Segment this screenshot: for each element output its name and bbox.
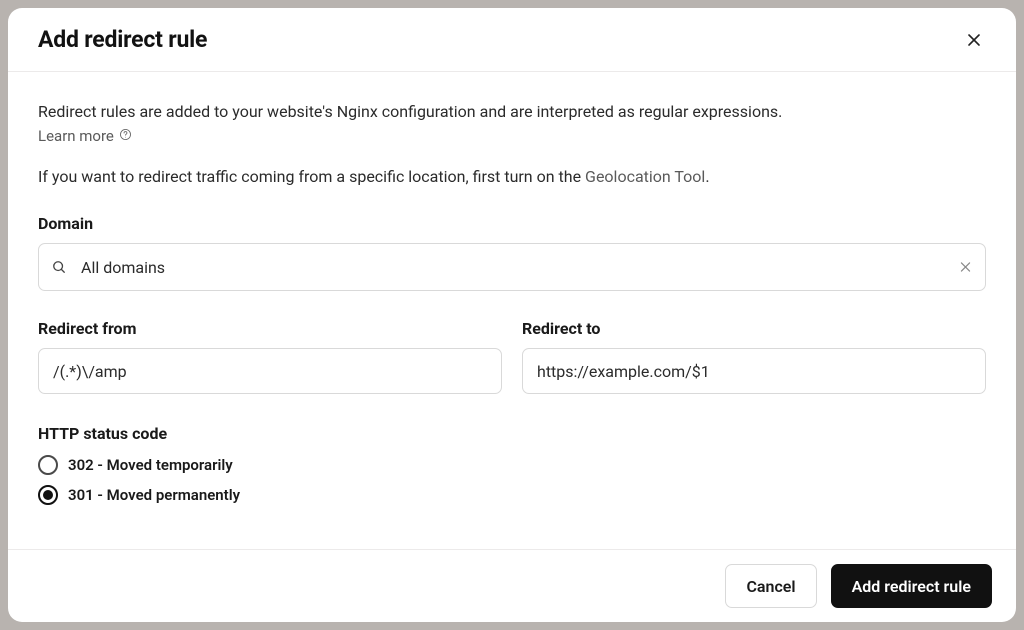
cancel-button[interactable]: Cancel xyxy=(725,564,816,608)
modal-title: Add redirect rule xyxy=(38,26,207,53)
geolocation-hint: If you want to redirect traffic coming f… xyxy=(38,167,986,186)
modal-footer: Cancel Add redirect rule xyxy=(8,549,1016,622)
help-icon xyxy=(119,127,132,145)
domain-field-group: Domain All domains xyxy=(38,214,986,291)
domain-label: Domain xyxy=(38,214,986,233)
radio-icon xyxy=(38,455,58,475)
status-code-radio-group: 302 - Moved temporarily 301 - Moved perm… xyxy=(38,455,986,505)
redirect-from-group: Redirect from xyxy=(38,319,502,394)
domain-select[interactable]: All domains xyxy=(38,243,986,291)
modal-description: Redirect rules are added to your website… xyxy=(38,100,986,124)
status-code-label: HTTP status code xyxy=(38,424,986,443)
radio-label: 302 - Moved temporarily xyxy=(68,456,233,474)
domain-select-wrapper: All domains xyxy=(38,243,986,291)
status-code-group: HTTP status code 302 - Moved temporarily… xyxy=(38,424,986,505)
learn-more-label: Learn more xyxy=(38,127,114,145)
domain-select-value: All domains xyxy=(81,258,165,277)
status-code-radio-302[interactable]: 302 - Moved temporarily xyxy=(38,455,986,475)
redirect-from-label: Redirect from xyxy=(38,319,502,338)
modal-body: Redirect rules are added to your website… xyxy=(8,72,1016,549)
search-icon xyxy=(52,260,66,274)
submit-button[interactable]: Add redirect rule xyxy=(831,564,992,608)
clear-icon[interactable] xyxy=(959,261,972,274)
status-code-radio-301[interactable]: 301 - Moved permanently xyxy=(38,485,986,505)
modal-header: Add redirect rule xyxy=(8,8,1016,72)
close-button[interactable] xyxy=(962,28,986,52)
redirect-to-group: Redirect to xyxy=(522,319,986,394)
radio-label: 301 - Moved permanently xyxy=(68,486,240,504)
redirect-to-input[interactable] xyxy=(522,348,986,394)
geo-prefix: If you want to redirect traffic coming f… xyxy=(38,167,585,186)
close-icon xyxy=(966,36,982,51)
learn-more-link[interactable]: Learn more xyxy=(38,127,132,145)
add-redirect-rule-modal: Add redirect rule Redirect rules are add… xyxy=(8,8,1016,622)
redirect-to-label: Redirect to xyxy=(522,319,986,338)
redirect-fields-row: Redirect from Redirect to xyxy=(38,319,986,394)
geolocation-tool-link[interactable]: Geolocation Tool xyxy=(585,167,705,186)
geo-suffix: . xyxy=(705,167,709,186)
redirect-from-input[interactable] xyxy=(38,348,502,394)
radio-icon xyxy=(38,485,58,505)
